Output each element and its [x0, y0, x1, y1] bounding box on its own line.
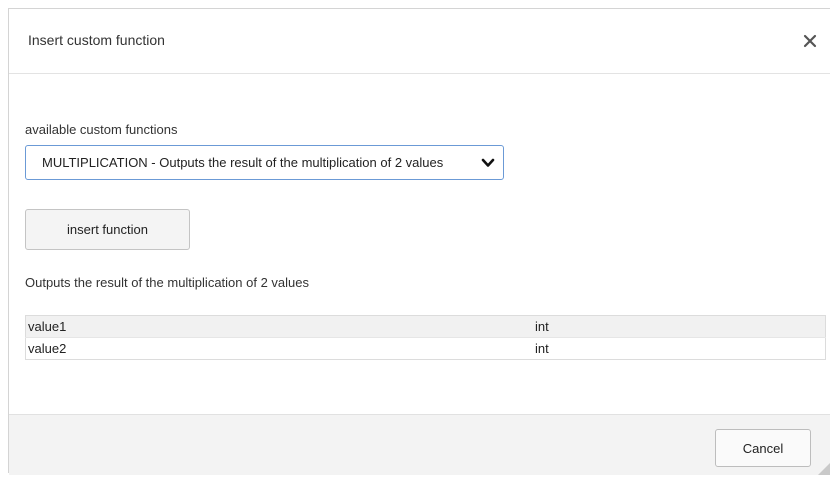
dialog-footer: Cancel	[9, 414, 830, 475]
dialog-body: available custom functions MULTIPLICATIO…	[9, 74, 830, 414]
parameter-name: value2	[25, 337, 533, 360]
parameter-type: int	[533, 315, 826, 338]
table-row: value2 int	[25, 337, 826, 360]
insert-custom-function-dialog: Insert custom function available custom …	[8, 8, 830, 475]
table-row: value1 int	[25, 315, 826, 338]
parameter-name: value1	[25, 315, 533, 338]
select-label: available custom functions	[25, 122, 178, 137]
dialog-header: Insert custom function	[9, 9, 830, 74]
dialog-title: Insert custom function	[28, 32, 165, 48]
select-value: MULTIPLICATION - Outputs the result of t…	[42, 155, 444, 170]
function-description: Outputs the result of the multiplication…	[25, 275, 309, 290]
cancel-button[interactable]: Cancel	[715, 429, 811, 467]
close-icon[interactable]	[800, 31, 820, 51]
insert-function-button[interactable]: insert function	[25, 209, 190, 250]
custom-function-select[interactable]: MULTIPLICATION - Outputs the result of t…	[25, 145, 504, 180]
parameters-table: value1 int value2 int	[25, 315, 826, 360]
parameter-type: int	[533, 337, 826, 360]
chevron-down-icon	[481, 156, 495, 170]
